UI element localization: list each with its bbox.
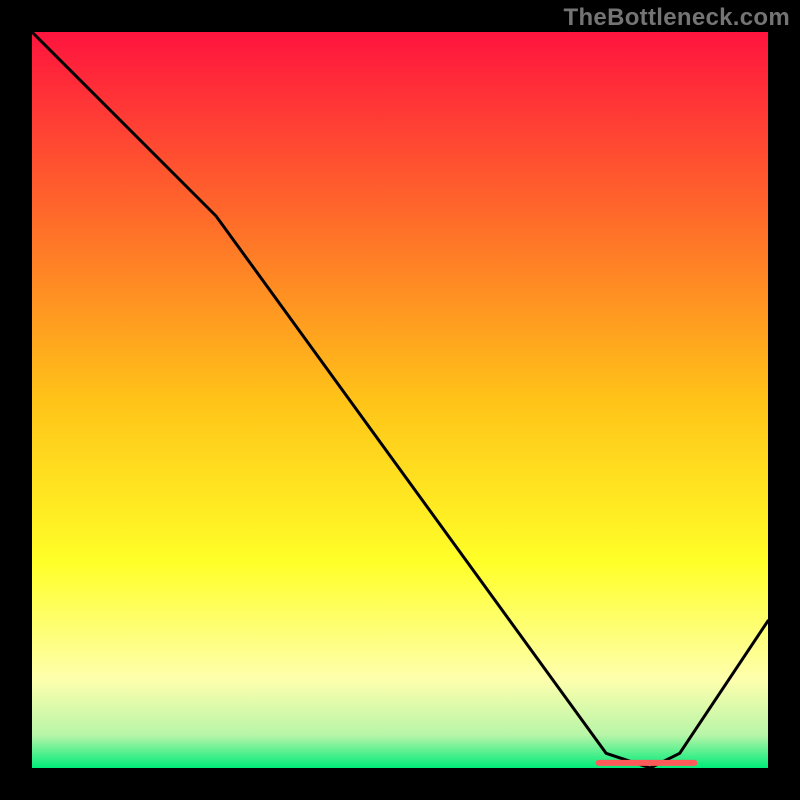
chart-stage: TheBottleneck.com: [0, 0, 800, 800]
watermark-text: TheBottleneck.com: [564, 4, 790, 32]
bottleneck-plot: [32, 32, 768, 768]
